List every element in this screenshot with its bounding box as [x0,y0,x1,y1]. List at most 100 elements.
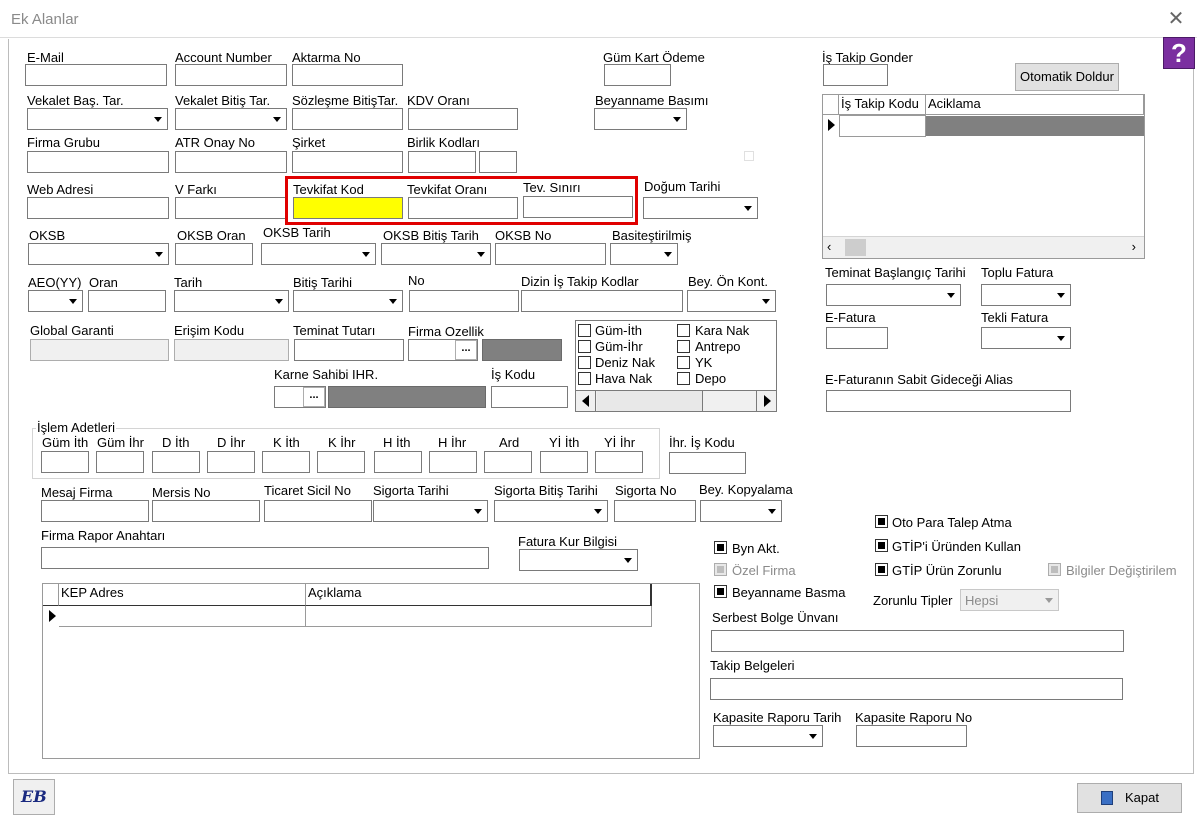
is-takip-grid[interactable]: İş Takip Kodu Aciklama ‹ › [822,94,1145,259]
oksb-bitis-dropdown[interactable] [381,243,491,265]
teminat-tutari-field[interactable] [294,339,404,361]
web-adresi-field[interactable] [27,197,169,219]
grid-cell[interactable] [59,606,306,627]
mesaj-firma-field[interactable] [41,500,149,522]
grid-cell[interactable] [306,606,652,627]
beyanname-basma-checkbox[interactable] [714,585,727,598]
islem-col-field[interactable] [374,451,422,473]
kapasite-no-field[interactable] [856,725,967,747]
gum-kart-odeme-field[interactable] [604,64,671,86]
islem-col-field[interactable] [152,451,200,473]
scroll-left-icon[interactable]: ‹ [827,239,831,254]
sozlesme-bitis-field[interactable] [292,108,403,130]
dogum-tarihi-dropdown[interactable] [643,197,758,219]
ihr-is-kodu-field[interactable] [669,452,746,474]
serbest-bolge-field[interactable] [711,630,1124,652]
oksb-tarih-dropdown[interactable] [261,243,376,265]
birlik-kodlari-field[interactable] [408,151,476,173]
aeo-dropdown[interactable] [28,290,83,312]
gtip-urun-checkbox[interactable] [875,539,888,552]
yk-checkbox[interactable] [677,356,690,369]
vekalet-bitis-dropdown[interactable] [175,108,287,130]
islem-col-field[interactable] [484,451,532,473]
email-field[interactable] [25,64,167,86]
module-check-list[interactable]: Güm-İth Güm-İhr Deniz Nak Hava Nak Kara … [575,320,777,412]
atr-onay-no-field[interactable] [175,151,287,173]
no-field[interactable] [409,290,519,312]
scroll-right-icon[interactable]: › [1132,239,1136,254]
birlik-kodlari-field-2[interactable] [479,151,517,173]
scroll-right-icon[interactable] [756,391,776,411]
gtip-zorunlu-checkbox[interactable] [875,563,888,576]
is-kodu-field[interactable] [491,386,568,408]
grid-cell-selected[interactable] [926,116,1144,136]
column-header-aciklama[interactable]: Açıklama [306,584,652,606]
ticaret-sicil-field[interactable] [264,500,372,522]
erisim-kodu-field[interactable] [174,339,289,361]
column-header-kep-adres[interactable]: KEP Adres [59,584,306,606]
bey-on-kont-dropdown[interactable] [687,290,776,312]
v-farki-field[interactable] [175,197,287,219]
islem-col-field[interactable] [41,451,89,473]
kdv-orani-field[interactable] [408,108,518,130]
firma-ozellik-browse-button[interactable]: ... [455,340,477,360]
sigorta-bitis-dropdown[interactable] [494,500,608,522]
kapasite-tarih-dropdown[interactable] [713,725,823,747]
islem-col-field[interactable] [96,451,144,473]
toplu-fatura-dropdown[interactable] [981,284,1071,306]
ozel-firma-checkbox[interactable] [714,563,727,576]
firma-grubu-field[interactable] [27,151,169,173]
karne-sahibi-field[interactable]: ... [274,386,326,408]
scroll-thumb[interactable] [845,239,866,256]
gum-ith-checkbox[interactable] [578,324,591,337]
tarih-dropdown[interactable] [174,290,289,312]
oran-field[interactable] [88,290,166,312]
e-fatura-alias-field[interactable] [826,390,1071,412]
gum-ihr-checkbox[interactable] [578,340,591,353]
otomatik-doldur-button[interactable]: Otomatik Doldur [1015,63,1119,91]
oto-para-checkbox[interactable] [875,515,888,528]
firma-ozellik-field[interactable]: ... [408,339,478,361]
sigorta-no-field[interactable] [614,500,696,522]
dizin-field[interactable] [521,290,683,312]
oksb-dropdown[interactable] [28,243,169,265]
tekli-fatura-dropdown[interactable] [981,327,1071,349]
tevkifat-kod-field[interactable] [293,197,403,219]
bilgiler-checkbox[interactable] [1048,563,1061,576]
grid-cell[interactable] [839,115,926,137]
islem-col-field[interactable] [429,451,477,473]
sirket-field[interactable] [292,151,403,173]
oksb-oran-field[interactable] [175,243,253,265]
takip-belgeleri-field[interactable] [710,678,1123,700]
tevkifat-orani-field[interactable] [408,197,518,219]
account-number-field[interactable] [175,64,287,86]
eb-logo-button[interactable]: EB [13,779,55,815]
islem-col-field[interactable] [207,451,255,473]
close-icon[interactable]: ✕ [1163,6,1189,32]
hava-nak-checkbox[interactable] [578,372,591,385]
scroll-thumb[interactable] [597,391,703,411]
islem-col-field[interactable] [317,451,365,473]
kapat-button[interactable]: Kapat [1077,783,1182,813]
is-takip-gonder-field[interactable] [823,64,888,86]
vekalet-bas-dropdown[interactable] [27,108,168,130]
teminat-baslangic-dropdown[interactable] [826,284,961,306]
byn-akt-checkbox[interactable] [714,541,727,554]
bey-kopyalama-dropdown[interactable] [700,500,782,522]
kep-grid[interactable]: KEP Adres Açıklama [42,583,700,759]
kara-nak-checkbox[interactable] [677,324,690,337]
bitis-tarihi-dropdown[interactable] [293,290,403,312]
horizontal-scrollbar[interactable] [576,390,776,411]
deniz-nak-checkbox[interactable] [578,356,591,369]
scroll-left-icon[interactable] [576,391,596,411]
sigorta-tarihi-dropdown[interactable] [373,500,488,522]
mersis-no-field[interactable] [152,500,260,522]
column-header-is-takip-kodu[interactable]: İş Takip Kodu [839,95,926,115]
islem-col-field[interactable] [595,451,643,473]
horizontal-scrollbar[interactable]: ‹ › [823,236,1144,258]
fatura-kur-dropdown[interactable] [519,549,638,571]
karne-sahibi-browse-button[interactable]: ... [303,387,325,407]
oksb-no-field[interactable] [495,243,606,265]
e-fatura-field[interactable] [826,327,888,349]
islem-col-field[interactable] [540,451,588,473]
